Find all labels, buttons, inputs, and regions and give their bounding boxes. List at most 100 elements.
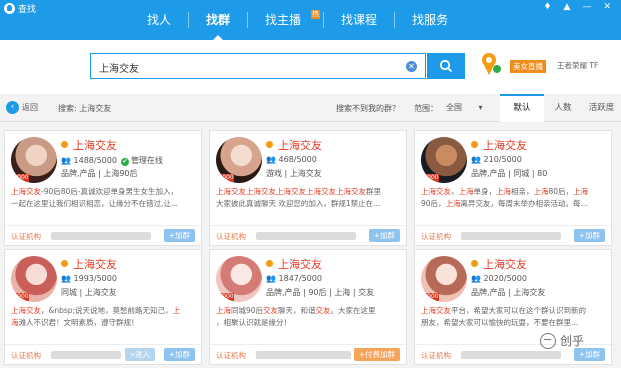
group-card[interactable]: 5000 上海交友 👥 468/5000 游戏 | 上海交友 上海交友上海交友上海交友上… [209,130,407,246]
blurred-owner [256,351,351,359]
sort-default-tab[interactable]: 默认 [500,94,544,122]
group-tags: 品牌,产品 | 同城 | 80 [471,169,548,178]
group-name[interactable]: 上海交友 [61,137,117,153]
promo-tag[interactable]: 美女直播 [510,60,546,73]
not-found-link[interactable]: 搜索不到我的群？ [336,103,400,114]
search-icon [439,59,453,73]
tab-find-groups[interactable]: 找群 [189,12,249,41]
description-line-1: 上海交友，上海单身，上海相亲，上海80后，上海 [421,187,589,196]
chevron-down-icon: ▾ [478,103,483,112]
description-line-2: 一起在这里让我们相识相恋，让缘分不在错过,让... [11,199,179,208]
card-footer: 认证机构 +加群 [415,225,611,245]
back-button[interactable]: ‹ 返回 [6,101,38,114]
member-count: 👥 210/5000 [471,155,522,164]
group-name[interactable]: 上海交友 [471,256,527,272]
tab-find-anchor[interactable]: 找主播 热 [248,10,325,28]
sort-activity-tab[interactable]: 活跃度 [582,94,621,122]
manager-online: 管理在线 [121,156,163,165]
group-avatar[interactable]: 5000 [421,256,467,302]
tab-find-people[interactable]: 找人 [130,12,190,28]
hot-badge: 热 [311,10,321,19]
join-group-button[interactable]: +付费加群 [353,348,400,361]
level-badge: 5000 [13,174,29,182]
group-avatar[interactable]: 5000 [11,256,57,302]
certified-label: 认证机构 [11,232,41,241]
back-label: 返回 [22,103,38,112]
group-description: 上海交友上海交友上海交友上海交友上海交友群里 大家彼此真诚聊天 欢迎您的加入，群规… [216,186,402,210]
tab-find-service[interactable]: 找服务 [395,12,465,28]
description-line-2: 朋友，希望大家可以愉快的玩耍，不要在群里... [421,318,579,327]
blurred-owner [51,232,151,240]
group-tags: 品牌,产品 | 上海90后 [61,169,138,178]
join-group-button[interactable]: +加群 [368,229,400,242]
join-group-button[interactable]: +加群 [163,348,195,361]
sort-members-tab[interactable]: 人数 [544,94,582,122]
blurred-owner [461,351,561,359]
join-group-button[interactable]: +加群 [163,229,195,242]
chuanghu-logo-icon [540,332,556,349]
group-avatar[interactable]: 5000 [11,137,57,183]
watermark-text: 创乎 [560,334,585,348]
search-button[interactable] [427,53,465,79]
join-group-button[interactable]: +加群 [573,348,605,361]
window-controls: ♦ ▲ — ✕ [543,2,611,12]
group-avatar[interactable]: 5000 [216,256,262,302]
watermark: 创乎 [540,332,584,349]
card-footer: 认证机构 »进入 +加群 [5,344,201,364]
skin-icon[interactable]: ♦ [543,2,551,12]
member-count: 👥 1488/5000管理在线 [61,155,163,166]
level-badge: 5000 [218,293,234,301]
group-tags: 品牌,产品 | 上海交友 [471,288,546,297]
menu-icon[interactable]: ▲ [564,2,571,12]
close-icon[interactable]: ✕ [603,2,611,12]
qq-logo-icon [4,3,15,14]
level-badge: 5000 [423,174,439,182]
range-select[interactable]: 全国 ▾ [446,102,483,113]
blurred-owner [51,351,121,359]
group-card[interactable]: 5000 上海交友 👥 210/5000 品牌,产品 | 同城 | 80 上海交友，上海… [414,130,612,246]
member-count: 👥 468/5000 [266,155,317,164]
enter-button[interactable]: »进入 [125,348,155,361]
group-description: 上海同城90后交友聊天，和谐交友。大家在这里 ，相聚认识就是缘分！ [216,305,402,329]
group-name[interactable]: 上海交友 [471,137,527,153]
description-line-1: 上海同城90后交友聊天，和谐交友。大家在这里 [216,306,376,315]
certified-label: 认证机构 [421,232,451,241]
group-description: 上海交友-90后80后-真诚欢迎单身男生女生加入， 一起在这里让我们相识相恋，让缘… [11,186,197,210]
description-line-2: 海滩人不识君！文明素质，遵守群规！ [11,318,139,327]
certified-label: 认证机构 [216,351,246,360]
group-avatar[interactable]: 5000 [216,137,262,183]
app-title-label: 查找 [18,5,37,15]
certified-label: 认证机构 [11,351,41,360]
group-description: 上海交友平台，希望大家可以在这个群认识到新的 朋友，希望大家可以愉快的玩耍，不要在… [421,305,607,329]
members-icon: 👥 [471,274,481,283]
top-bar: 查找 ♦ ▲ — ✕ 找人 找群 找主播 热 找课程 找服务 [0,0,621,41]
range-label: 范围： [414,104,438,113]
location-pin-icon[interactable] [480,51,502,77]
promo-text[interactable]: 王者荣耀 TF [557,60,598,71]
members-icon: 👥 [266,274,276,283]
group-tags: 品牌,产品 | 90后 | 上海 | 交友 [266,288,375,297]
back-arrow-icon: ‹ [6,101,19,114]
search-input[interactable] [99,59,399,75]
group-card[interactable]: 5000 上海交友 👥 1488/5000管理在线品牌,产品 | 上海90后上海交友… [4,130,202,246]
minimize-icon[interactable]: — [582,2,591,12]
level-badge: 5000 [13,293,29,301]
members-icon: 👥 [266,155,276,164]
blurred-owner [461,232,561,240]
description-line-1: 上海交友上海交友上海交友上海交友上海交友群里 [216,187,381,196]
tab-find-course[interactable]: 找课程 [324,12,396,28]
group-card[interactable]: 5000 上海交友 👥 1847/5000 品牌,产品 | 90后 | 上海 | 交友… [209,249,407,365]
group-name[interactable]: 上海交友 [266,137,322,153]
group-avatar[interactable]: 5000 [421,137,467,183]
description-line-2: 大家彼此真诚聊天 欢迎您的加入，群规1禁止在... [216,199,381,208]
join-group-button[interactable]: +加群 [573,229,605,242]
description-line-1: 上海交友-90后80后-真诚欢迎单身男生女生加入， [11,187,178,196]
group-name[interactable]: 上海交友 [61,256,117,272]
search-summary: 搜索: 上海交友 [58,104,112,113]
clear-icon[interactable]: ✕ [406,61,417,72]
group-description: 上海交友，上海单身，上海相亲，上海80后，上海 90后，上海离异交友，每周末举办相… [421,186,607,210]
member-count: 👥 2020/5000 [471,274,527,283]
group-name[interactable]: 上海交友 [266,256,322,272]
group-card[interactable]: 5000 上海交友 👥 1993/5000 同城 | 上海交友 上海交友，&nbsp;说… [4,249,202,365]
card-footer: 认证机构 +加群 [210,225,406,245]
